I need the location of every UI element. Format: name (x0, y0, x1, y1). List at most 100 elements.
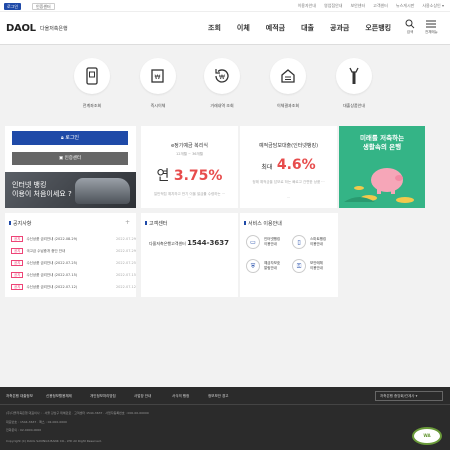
product-card-deposit[interactable]: e정기예금 복리식 12개월 ~ 36개월 연 3.75% 일반적립 예치하고 … (141, 126, 238, 208)
notice-card: 공지사항 + 공지 수신상품 금리안내 (2022.08.29) 2022.07.2… (5, 213, 136, 297)
login-button-label: 로그인 (65, 135, 80, 141)
notice-text: 수신상품 금리안내 (2022.07.12) (26, 284, 78, 289)
top-cert-label: 인증센터 (36, 4, 51, 9)
product-more: ··· (187, 196, 192, 200)
cs-phone-row[interactable]: 다올저축은행고객센터 1544-3637 (149, 239, 229, 247)
service-item-otp[interactable]: ⚿ 보안매체 이용안내 (292, 259, 323, 273)
internet-banking-banner[interactable]: 인터넷 뱅킹 이용이 처음이세요 ? (5, 172, 136, 208)
top-links: 이용자안내 영업점안내 보안센터 고객센터 뉴스게시판 사용소상인 ▾ (298, 3, 444, 9)
service-guide-card: 서비스 이용안내 ▭ 인터넷뱅킹 이용안내 ▯ 스마트뱅킹 이용안내 ⛨ 예금자보호… (240, 213, 338, 297)
notice-date: 2022.07.25 (115, 261, 136, 265)
footer-link-loan-info[interactable]: 저축은행 대출정보 (6, 394, 33, 399)
piggy-bank-illustration (344, 168, 414, 203)
quick-label: 전계좌조회 (82, 103, 102, 108)
svc-label: 알림안내 (264, 266, 277, 270)
nav-loan[interactable]: 대출 (301, 23, 314, 33)
nav-utility[interactable]: 공과금 (330, 23, 349, 33)
transfer-doc-icon: ₩ (151, 69, 164, 83)
product-desc: 정해 예적금을 담보로 하는 빠르고 간편한 상품 ··· (252, 180, 325, 184)
notice-tag: 공지 (11, 272, 24, 278)
top-link-guide[interactable]: 이용자안내 (298, 3, 316, 9)
web-accessibility-badge: WA (412, 427, 442, 445)
top-login-label: 로그인 (7, 4, 19, 9)
quick-item-transfer-result[interactable]: 이체결과조회 (258, 58, 318, 109)
product-rate: 최대 4.6% (240, 157, 337, 173)
footer-copyright: Copyright (C) DAOL SAVINGS BANK CO., LTD… (6, 439, 102, 443)
footer-menu: 저축은행 대출정보 신용정보활용체제 개인정보처리방침 사업장 안내 서식의 행… (0, 387, 450, 405)
footer: 저축은행 대출정보 신용정보활용체제 개인정보처리방침 사업장 안내 서식의 행… (0, 387, 450, 450)
notice-item[interactable]: 공지 수신상품 금리안내 (2022.07.12) 2022.07.12 (11, 284, 136, 290)
product-card-loan[interactable]: 예적금담보대출(인터넷뱅킹) 최대 4.6% 정해 예적금을 담보로 하는 빠르… (240, 126, 337, 208)
product-title: e정기예금 복리식 (171, 143, 208, 149)
shield-icon: ⛨ (246, 259, 260, 273)
footer-info-contact: 전화문의 : 02-0000-0000 (6, 428, 42, 432)
footer-link-business[interactable]: 사업장 안내 (134, 394, 151, 399)
service-title: 서비스 이용안내 (244, 221, 282, 227)
notice-item[interactable]: 공지 수신상품 금리안내 (2022.08.29) 2022.07.29 (11, 236, 136, 242)
top-link-branch[interactable]: 영업점안내 (324, 3, 342, 9)
footer-link-privacy[interactable]: 개인정보처리방침 (90, 394, 116, 399)
quick-item-all-accounts[interactable]: 전계좌조회 (62, 58, 122, 109)
notice-date: 2022.07.29 (115, 249, 136, 253)
top-cert-button[interactable]: 인증센터 (32, 3, 55, 10)
cs-title: 고객센터 (144, 221, 168, 227)
svc-label: 이용안내 (310, 242, 323, 246)
notice-title: 공지사항 (8, 221, 32, 227)
footer-link-security[interactable]: 정보보안 경고 (208, 394, 228, 399)
login-button[interactable]: 🔒︎ 로그인 (12, 131, 128, 145)
monitor-icon: ▭ (246, 235, 260, 249)
top-link-consult[interactable]: 사용소상인 ▾ (422, 3, 444, 9)
footer-link-forms[interactable]: 서식의 행정 (172, 394, 189, 399)
top-login-button[interactable]: 로그인 (4, 3, 22, 10)
loan-tool-icon (349, 67, 359, 84)
rate-prefix: 최대 (261, 164, 273, 171)
quick-item-history[interactable]: ₩ 거래내역 조회 (192, 58, 252, 109)
promo-text: 미래를 저축하는 생활속의 은행 (339, 134, 425, 152)
search-icon (405, 19, 415, 29)
quick-item-loan-info[interactable]: 대출상품안내 (324, 58, 384, 109)
quick-item-instant-transfer[interactable]: ₩ 즉시이체 (128, 58, 188, 109)
service-item-internet[interactable]: ▭ 인터넷뱅킹 이용안내 (246, 235, 280, 249)
svg-text:₩: ₩ (219, 74, 225, 81)
phone-account-icon (86, 67, 98, 85)
footer-link-credit[interactable]: 신용정보활용체제 (46, 394, 72, 399)
family-site-select[interactable]: 저축은행 중앙회/관계사 ▾ (375, 391, 443, 401)
product-sub: 12개월 ~ 36개월 (176, 152, 203, 156)
history-icon: ₩ (215, 69, 229, 83)
top-link-security[interactable]: 보안센터 (350, 3, 365, 9)
cert-center-button[interactable]: ▣ 인증센터 (12, 152, 128, 165)
cert-button-label: 인증센터 (64, 156, 82, 161)
banner-line-1: 인터넷 뱅킹 (12, 181, 47, 189)
savings-promo-banner[interactable]: 미래를 저축하는 생활속의 은행 (339, 126, 425, 208)
bank-logo[interactable]: DAOL (6, 23, 36, 34)
car-illustration (75, 178, 130, 204)
notice-item[interactable]: 공지 국고금 수납중개 중단 안내 2022.07.29 (11, 248, 136, 254)
product-rate: 연 3.75% (141, 165, 238, 185)
nav-inquiry[interactable]: 조회 (208, 23, 221, 33)
bank-logo-sub[interactable]: 다올저축은행 (40, 25, 68, 32)
top-link-news[interactable]: 뉴스게시판 (396, 3, 414, 9)
nav-openbanking[interactable]: 오픈뱅킹 (365, 23, 391, 33)
nav-deposit[interactable]: 예적금 (266, 23, 285, 33)
service-item-smart[interactable]: ▯ 스마트뱅킹 이용안내 (292, 235, 326, 249)
house-result-icon (281, 69, 295, 83)
all-menu-label: 전체메뉴 (425, 30, 438, 34)
all-menu-button[interactable]: 전체메뉴 (425, 19, 438, 35)
quick-label: 거래내역 조회 (210, 103, 234, 108)
notice-text: 수신상품 금리안내 (2022.07.25) (26, 260, 78, 265)
notice-more-icon[interactable]: + (125, 219, 130, 226)
customer-center-card: 고객센터 다올저축은행고객센터 1544-3637 (141, 213, 238, 297)
promo-line-1: 미래를 저축하는 (359, 134, 405, 142)
nav-transfer[interactable]: 이체 (237, 23, 250, 33)
notice-date: 2022.07.29 (115, 237, 136, 241)
cs-phone: 1544-3637 (187, 239, 229, 247)
svg-text:₩: ₩ (155, 74, 161, 81)
top-link-cs[interactable]: 고객센터 (373, 3, 388, 9)
notice-text: 국고금 수납중개 중단 안내 (26, 248, 66, 253)
mobile-icon: ▯ (292, 235, 306, 249)
notice-item[interactable]: 공지 수신상품 금리안내 (2022.07.25) 2022.07.25 (11, 260, 136, 266)
main-nav: 조회 이체 예적금 대출 공과금 오픈뱅킹 (200, 23, 391, 33)
search-button[interactable]: 검색 (405, 19, 415, 35)
notice-item[interactable]: 공지 수신상품 금리안내 (2022.07.15) 2022.07.15 (11, 272, 136, 278)
service-item-protection[interactable]: ⛨ 예금자보호 알림안내 (246, 259, 280, 273)
